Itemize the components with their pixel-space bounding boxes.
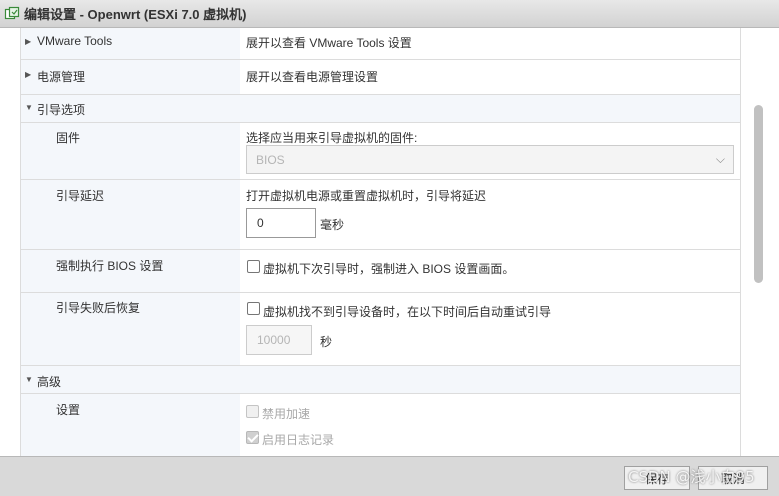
vertical-scrollbar[interactable] xyxy=(748,28,768,456)
enable-logging-checkbox[interactable] xyxy=(246,431,259,444)
row-power-management[interactable]: ▶ 电源管理 展开以查看电源管理设置 xyxy=(21,60,740,95)
boot-retry-delay-unit: 秒 xyxy=(320,335,333,349)
row-desc: 展开以查看电源管理设置 xyxy=(246,70,379,84)
section-label: 引导选项 xyxy=(37,103,86,117)
boot-delay-desc: 打开虚拟机电源或重置虚拟机时，引导将延迟 xyxy=(246,189,487,203)
settings-content: ▶ VMware Tools 展开以查看 VMware Tools 设置 ▶ 电… xyxy=(0,28,779,456)
window-title: 编辑设置 - Openwrt (ESXi 7.0 虚拟机) xyxy=(24,7,247,22)
collapse-caret-icon[interactable]: ▼ xyxy=(25,103,33,112)
window-titlebar: 编辑设置 - Openwrt (ESXi 7.0 虚拟机) xyxy=(0,0,779,28)
section-advanced[interactable]: ▼ 高级 xyxy=(21,366,740,394)
row-firmware: 选择应当用来引导虚拟机的固件: BIOS ⌵ 固件 xyxy=(21,123,740,180)
row-force-bios: 虚拟机下次引导时，强制进入 BIOS 设置画面。 强制执行 BIOS 设置 xyxy=(21,250,740,293)
row-label: 电源管理 xyxy=(37,70,86,84)
row-boot-delay: 打开虚拟机电源或重置虚拟机时，引导将延迟 0 毫秒 引导延迟 xyxy=(21,180,740,250)
expand-caret-icon[interactable]: ▶ xyxy=(25,70,31,79)
boot-delay-input[interactable]: 0 xyxy=(246,208,316,238)
row-label: 设置 xyxy=(56,403,81,417)
row-vmware-tools[interactable]: ▶ VMware Tools 展开以查看 VMware Tools 设置 xyxy=(21,28,740,60)
force-bios-checkbox[interactable] xyxy=(247,260,260,273)
collapse-caret-icon[interactable]: ▼ xyxy=(25,375,33,384)
disable-acceleration-checkbox[interactable] xyxy=(246,405,259,418)
row-boot-failure-recovery: 虚拟机找不到引导设备时，在以下时间后自动重试引导 10000 秒 引导失败后恢复 xyxy=(21,293,740,366)
row-label: 强制执行 BIOS 设置 xyxy=(56,259,164,273)
watermark: CSDN @浅小白95 xyxy=(628,468,755,486)
disable-acceleration-label: 禁用加速 xyxy=(262,407,311,421)
scrollbar-thumb[interactable] xyxy=(754,105,763,283)
boot-retry-delay-input[interactable]: 10000 xyxy=(246,325,312,355)
force-bios-checkbox-label: 虚拟机下次引导时，强制进入 BIOS 设置画面。 xyxy=(263,262,515,276)
firmware-select[interactable]: BIOS ⌵ xyxy=(246,145,734,174)
expand-caret-icon[interactable]: ▶ xyxy=(25,37,31,46)
row-label: VMware Tools xyxy=(37,34,113,48)
row-label: 引导失败后恢复 xyxy=(56,301,141,315)
row-advanced-settings: 禁用加速 启用日志记录 设置 xyxy=(21,394,740,456)
chevron-down-icon: ⌵ xyxy=(715,152,725,166)
virtual-machine-icon xyxy=(4,6,20,19)
row-label: 引导延迟 xyxy=(56,189,105,203)
boot-delay-unit: 毫秒 xyxy=(320,218,345,232)
section-boot-options[interactable]: ▼ 引导选项 xyxy=(21,95,740,123)
boot-retry-checkbox[interactable] xyxy=(247,302,260,315)
section-label: 高级 xyxy=(37,375,62,389)
settings-table: ▶ VMware Tools 展开以查看 VMware Tools 设置 ▶ 电… xyxy=(20,28,741,456)
firmware-desc: 选择应当用来引导虚拟机的固件: xyxy=(246,131,418,145)
row-desc: 展开以查看 VMware Tools 设置 xyxy=(246,36,412,50)
boot-retry-checkbox-label: 虚拟机找不到引导设备时，在以下时间后自动重试引导 xyxy=(263,305,552,319)
row-label: 固件 xyxy=(56,131,81,145)
enable-logging-label: 启用日志记录 xyxy=(262,433,335,447)
